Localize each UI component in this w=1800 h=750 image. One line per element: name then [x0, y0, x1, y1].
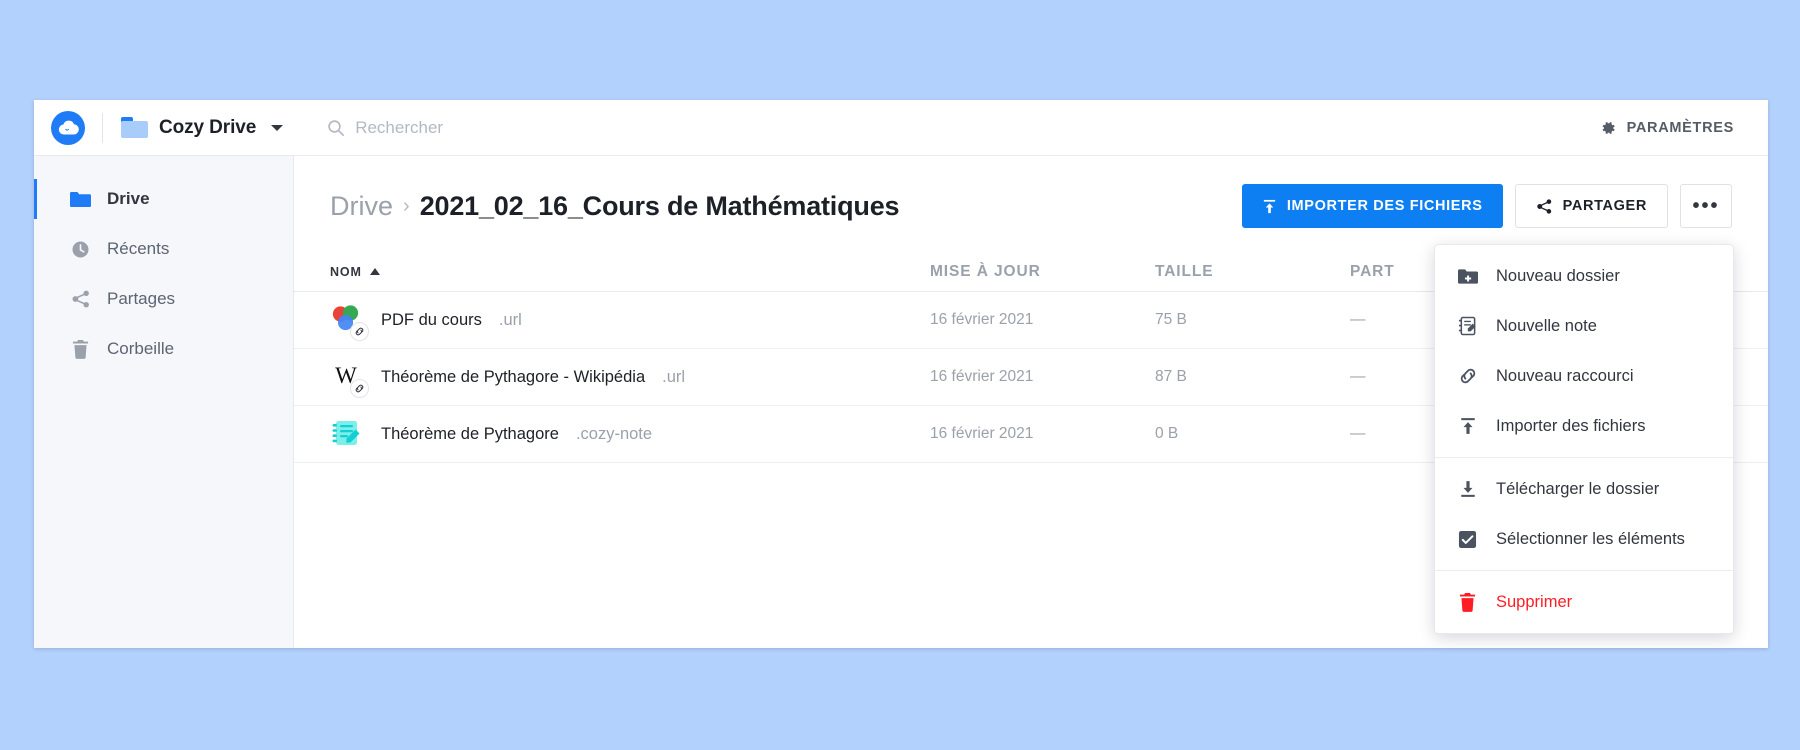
- top-bar: Cozy Drive Rechercher PARAMÈTRES: [34, 100, 1768, 156]
- column-header-updated[interactable]: MISE À JOUR: [930, 263, 1155, 281]
- menu-item-select-items[interactable]: Sélectionner les éléments: [1435, 514, 1733, 564]
- note-edit-icon: [1457, 316, 1478, 337]
- upload-files-label: IMPORTER DES FICHIERS: [1286, 198, 1483, 214]
- menu-item-upload-files[interactable]: Importer des fichiers: [1435, 401, 1733, 451]
- menu-divider: [1435, 570, 1733, 571]
- file-size: 0 B: [1155, 425, 1179, 442]
- file-name-cell: W Théorème de Pythagore - Wikipédia .url: [330, 360, 930, 398]
- wikipedia-w-icon: W: [330, 360, 369, 398]
- sidebar-item-drive[interactable]: Drive: [34, 174, 293, 224]
- trash-icon: [70, 339, 91, 360]
- menu-item-label: Nouveau dossier: [1496, 266, 1620, 285]
- link-icon: [350, 322, 369, 341]
- file-updated: 16 février 2021: [930, 311, 1034, 328]
- column-header-name-label: NOM: [330, 264, 362, 279]
- file-name-cell: Théorème de Pythagore .cozy-note: [330, 417, 930, 451]
- search-box[interactable]: Rechercher: [327, 118, 443, 138]
- app-switcher[interactable]: Cozy Drive: [103, 116, 284, 139]
- file-extension: .url: [498, 310, 522, 329]
- more-actions-menu: Nouveau dossier Nouvelle note Nouveau ra…: [1434, 244, 1734, 634]
- sidebar-item-recents[interactable]: Récents: [34, 224, 293, 274]
- upload-icon: [1457, 416, 1478, 437]
- file-name-cell: PDF du cours .url: [330, 303, 930, 341]
- menu-item-download-folder[interactable]: Télécharger le dossier: [1435, 464, 1733, 514]
- share-label: PARTAGER: [1562, 198, 1647, 214]
- checkbox-icon: [1457, 529, 1478, 550]
- menu-item-label: Supprimer: [1496, 592, 1573, 611]
- logo-wrapper[interactable]: [34, 110, 102, 145]
- more-actions-button[interactable]: •••: [1680, 184, 1732, 228]
- sidebar-item-label: Corbeille: [107, 339, 175, 358]
- search-input[interactable]: Rechercher: [355, 118, 443, 138]
- cozy-note-icon: [330, 417, 364, 451]
- share-button[interactable]: PARTAGER: [1514, 184, 1668, 228]
- app-window: Cozy Drive Rechercher PARAMÈTRES Drive R…: [34, 100, 1768, 648]
- menu-item-new-shortcut[interactable]: Nouveau raccourci: [1435, 351, 1733, 401]
- file-name: Théorème de Pythagore - Wikipédia: [381, 367, 646, 386]
- menu-item-label: Télécharger le dossier: [1496, 479, 1660, 498]
- column-header-size[interactable]: TAILLE: [1155, 263, 1350, 281]
- page-title: 2021_02_16_Cours de Mathématiques: [419, 190, 900, 221]
- share-icon: [1536, 198, 1551, 214]
- settings-label: PARAMÈTRES: [1626, 119, 1734, 136]
- menu-item-label: Importer des fichiers: [1496, 416, 1646, 435]
- breadcrumb-separator: ›: [403, 194, 410, 217]
- sidebar-item-label: Récents: [107, 239, 170, 258]
- chrome-circles-icon: [330, 303, 369, 341]
- menu-divider: [1435, 457, 1733, 458]
- ellipsis-icon: •••: [1692, 194, 1720, 217]
- link-icon: [1457, 366, 1478, 387]
- sidebar-item-trash[interactable]: Corbeille: [34, 324, 293, 374]
- folder-icon: [121, 117, 148, 138]
- settings-button[interactable]: PARAMÈTRES: [1599, 119, 1734, 137]
- share-icon: [70, 289, 91, 310]
- folder-plus-icon: [1457, 266, 1478, 287]
- file-extension: .cozy-note: [575, 424, 653, 443]
- column-header-name[interactable]: NOM: [330, 265, 930, 279]
- link-icon: [350, 379, 369, 398]
- trash-icon: [1457, 592, 1478, 613]
- file-name: PDF du cours: [381, 310, 482, 329]
- cozy-cloud-logo-icon: [51, 110, 85, 145]
- sidebar-item-label: Drive: [107, 189, 150, 208]
- breadcrumb-parent[interactable]: Drive: [330, 191, 393, 222]
- sidebar: Drive Récents Partages Corbeille: [34, 156, 294, 648]
- menu-item-label: Nouveau raccourci: [1496, 366, 1634, 385]
- caret-up-icon: [369, 268, 380, 275]
- gear-icon: [1602, 121, 1615, 134]
- file-extension: .url: [662, 367, 686, 386]
- chevron-down-icon[interactable]: [271, 124, 284, 131]
- file-size: 87 B: [1155, 368, 1187, 385]
- app-name: Cozy Drive: [159, 116, 257, 138]
- sidebar-item-shares[interactable]: Partages: [34, 274, 293, 324]
- page-header: Drive › 2021_02_16_Cours de Mathématique…: [294, 156, 1768, 228]
- file-updated: 16 février 2021: [930, 368, 1034, 385]
- file-updated: 16 février 2021: [930, 425, 1034, 442]
- menu-item-label: Sélectionner les éléments: [1496, 529, 1685, 548]
- action-buttons: IMPORTER DES FICHIERS PARTAGER •••: [1241, 184, 1732, 228]
- folder-icon: [70, 189, 91, 210]
- file-name: Théorème de Pythagore: [381, 424, 559, 443]
- menu-item-label: Nouvelle note: [1496, 316, 1597, 335]
- sidebar-item-label: Partages: [107, 289, 176, 308]
- file-size: 75 B: [1155, 311, 1187, 328]
- clock-icon: [70, 239, 91, 260]
- upload-icon: [1263, 199, 1275, 213]
- search-icon: [328, 119, 345, 136]
- menu-item-new-note[interactable]: Nouvelle note: [1435, 301, 1733, 351]
- download-icon: [1457, 479, 1478, 500]
- menu-item-delete[interactable]: Supprimer: [1435, 577, 1733, 627]
- upload-files-button[interactable]: IMPORTER DES FICHIERS: [1241, 184, 1503, 228]
- menu-item-new-folder[interactable]: Nouveau dossier: [1435, 251, 1733, 301]
